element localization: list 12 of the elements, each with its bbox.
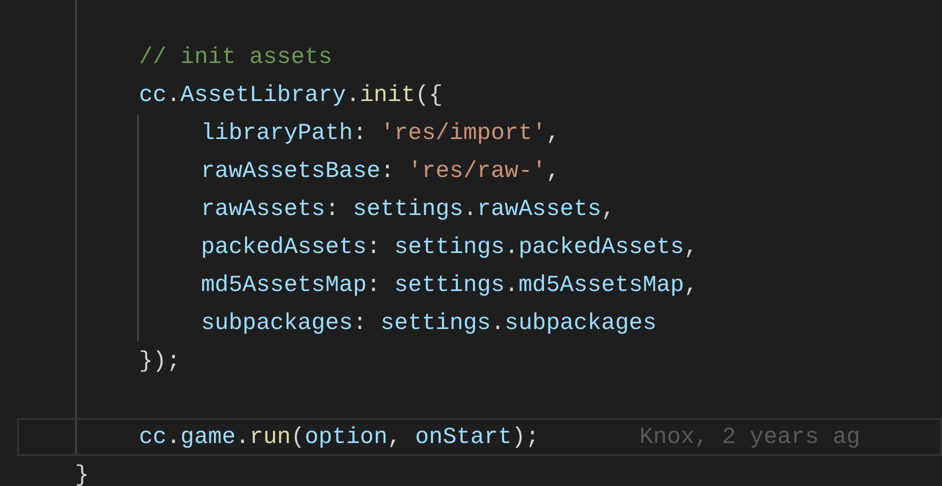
blame-annotation: Knox, 2 years ag (639, 423, 860, 452)
code-line: libraryPath: 'res/import', (201, 119, 560, 148)
code-line: md5AssetsMap: settings.md5AssetsMap, (201, 271, 698, 300)
code-line: }); (139, 347, 180, 376)
code-line: cc.AssetLibrary.init({ (139, 81, 443, 110)
code-line: rawAssets: settings.rawAssets, (201, 195, 616, 224)
code-line: cc.game.run(option, onStart); (139, 423, 540, 452)
code-line: // init assets (139, 43, 332, 72)
code-line: rawAssetsBase: 'res/raw-', (201, 157, 560, 186)
code-line: packedAssets: settings.packedAssets, (201, 233, 698, 262)
code-line: } (75, 461, 89, 486)
code-line: subpackages: settings.subpackages (201, 309, 656, 338)
